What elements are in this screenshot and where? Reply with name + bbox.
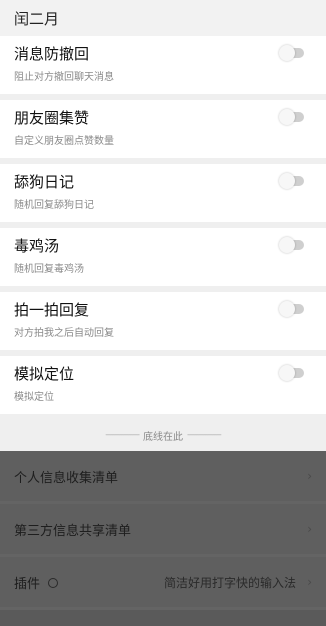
bottom-line: --------------- 底线在此 --------------- — [0, 420, 326, 450]
chevron-right-icon: › — [307, 469, 312, 483]
anti-recall-toggle[interactable] — [279, 45, 304, 61]
setting-chicken-soup[interactable]: 毒鸡汤 随机回复毒鸡汤 — [0, 228, 326, 286]
setting-subtitle: 对方拍我之后自动回复 — [14, 328, 114, 339]
plugin-label: 插件 — [14, 576, 41, 592]
setting-subtitle: 随机回复毒鸡汤 — [14, 264, 84, 275]
divider-dashes-right: --------------- — [187, 430, 222, 440]
personal-info-label: 个人信息收集清单 — [14, 470, 119, 486]
chevron-right-icon: › — [307, 575, 312, 589]
third-party-share-row[interactable]: 第三方信息共享清单 › — [0, 504, 326, 554]
setting-title: 消息防撤回 — [14, 45, 90, 63]
plugin-hint: 简洁好用打字快的输入法 — [163, 575, 296, 590]
setting-subtitle: 随机回复舔狗日记 — [14, 200, 94, 211]
setting-title: 舔狗日记 — [14, 173, 75, 191]
setting-pat-reply[interactable]: 拍一拍回复 对方拍我之后自动回复 — [0, 292, 326, 350]
diary-toggle[interactable] — [279, 173, 304, 189]
setting-subtitle: 自定义朋友圈点赞数量 — [14, 136, 114, 147]
moments-likes-toggle[interactable] — [279, 109, 304, 125]
setting-subtitle: 阻止对方撤回聊天消息 — [14, 72, 114, 83]
chicken-soup-toggle[interactable] — [279, 237, 304, 253]
setting-title: 朋友圈集赞 — [14, 109, 90, 127]
toggle-knob — [279, 173, 295, 189]
chevron-right-icon: › — [307, 522, 312, 536]
setting-mock-location[interactable]: 模拟定位 模拟定位 — [0, 356, 326, 414]
settings-list: 消息防撤回 阻止对方撤回聊天消息 朋友圈集赞 自定义朋友圈点赞数量 舔狗日记 随… — [0, 36, 326, 414]
mock-location-toggle[interactable] — [279, 365, 304, 381]
pat-reply-toggle[interactable] — [279, 301, 304, 317]
personal-info-list-row[interactable]: 个人信息收集清单 › — [0, 451, 326, 501]
page-title: 闰二月 — [14, 9, 60, 28]
plugin-row[interactable]: 插件 简洁好用打字快的输入法 › — [0, 557, 326, 607]
info-icon — [48, 578, 59, 588]
setting-title: 毒鸡汤 — [14, 237, 60, 255]
toggle-knob — [279, 365, 295, 381]
third-party-label: 第三方信息共享清单 — [14, 523, 132, 539]
bottom-overlay-menu: 个人信息收集清单 › 第三方信息共享清单 › 插件 简洁好用打字快的输入法 › — [0, 451, 326, 626]
setting-moments-likes[interactable]: 朋友圈集赞 自定义朋友圈点赞数量 — [0, 100, 326, 158]
page-header: 闰二月 — [0, 0, 326, 36]
setting-diary[interactable]: 舔狗日记 随机回复舔狗日记 — [0, 164, 326, 222]
setting-anti-recall[interactable]: 消息防撤回 阻止对方撤回聊天消息 — [0, 36, 326, 94]
setting-subtitle: 模拟定位 — [14, 392, 54, 403]
bottom-bar — [0, 610, 326, 626]
toggle-knob — [279, 45, 295, 61]
bottom-line-text: 底线在此 — [143, 431, 183, 443]
toggle-knob — [279, 301, 295, 317]
setting-title: 模拟定位 — [14, 365, 75, 383]
divider-dashes-left: --------------- — [105, 430, 140, 440]
toggle-knob — [279, 109, 295, 125]
toggle-knob — [279, 237, 295, 253]
setting-title: 拍一拍回复 — [14, 301, 90, 319]
